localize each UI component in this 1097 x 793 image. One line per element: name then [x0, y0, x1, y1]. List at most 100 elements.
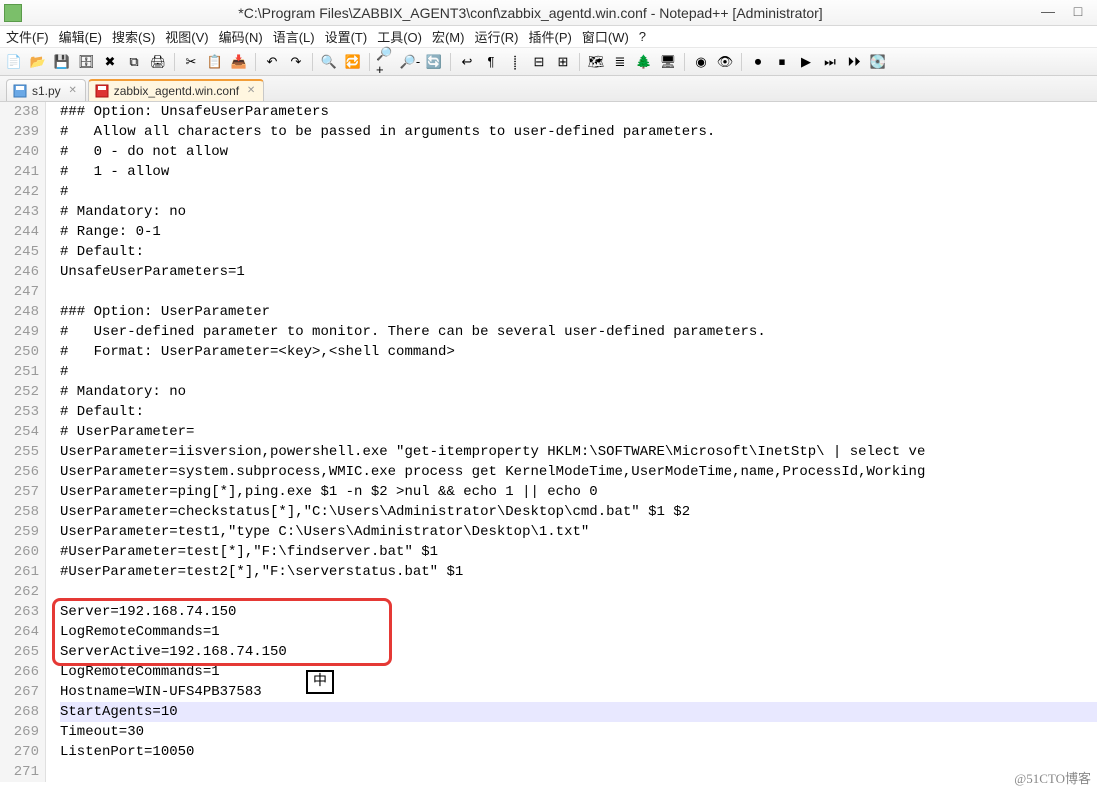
unfold-button[interactable]: ⊞: [553, 52, 573, 72]
code-line[interactable]: # Mandatory: no: [60, 382, 1097, 402]
menu-item[interactable]: 视图(V): [165, 27, 208, 46]
code-line[interactable]: ### Option: UnsafeUserParameters: [60, 102, 1097, 122]
menu-item[interactable]: 工具(O): [377, 27, 422, 46]
zoom-in-button[interactable]: 🔎+: [376, 52, 396, 72]
open-file-button[interactable]: 📂: [28, 52, 48, 72]
ime-indicator: 中: [306, 670, 334, 694]
menu-item[interactable]: 编码(N): [219, 27, 263, 46]
func-list-button[interactable]: ≣: [610, 52, 630, 72]
save-button[interactable]: 💾: [52, 52, 72, 72]
copy-button[interactable]: 📋: [205, 52, 225, 72]
code-line[interactable]: #UserParameter=test2[*],"F:\serverstatus…: [60, 562, 1097, 582]
code-line[interactable]: # User-defined parameter to monitor. The…: [60, 322, 1097, 342]
toolbar-separator: [312, 53, 313, 71]
line-number: 263: [0, 602, 39, 622]
sync-button[interactable]: 🔄: [424, 52, 444, 72]
print-button[interactable]: 🖨: [148, 52, 168, 72]
menu-item[interactable]: 搜索(S): [112, 27, 155, 46]
code-line[interactable]: [60, 582, 1097, 602]
code-line[interactable]: Hostname=WIN-UFS4PB37583: [60, 682, 1097, 702]
line-number: 267: [0, 682, 39, 702]
menu-item[interactable]: 窗口(W): [582, 27, 629, 46]
code-line[interactable]: ### Option: UserParameter: [60, 302, 1097, 322]
code-line[interactable]: # Format: UserParameter=<key>,<shell com…: [60, 342, 1097, 362]
redo-button[interactable]: ↷: [286, 52, 306, 72]
menu-item[interactable]: 设置(T): [325, 27, 368, 46]
line-number: 252: [0, 382, 39, 402]
undo-button[interactable]: ↶: [262, 52, 282, 72]
code-line[interactable]: [60, 762, 1097, 782]
close-icon[interactable]: ✕: [245, 85, 257, 97]
record-button[interactable]: ⏺: [748, 52, 768, 72]
toolbar-separator: [450, 53, 451, 71]
show-all-button[interactable]: ¶: [481, 52, 501, 72]
code-line[interactable]: # Default:: [60, 402, 1097, 422]
play-fast-button[interactable]: ⏵⏵: [844, 52, 864, 72]
replace-button[interactable]: 🔁: [343, 52, 363, 72]
play-multi-button[interactable]: ⏭: [820, 52, 840, 72]
menu-item[interactable]: 运行(R): [474, 27, 518, 46]
play-button[interactable]: ▶: [796, 52, 816, 72]
code-line[interactable]: [60, 282, 1097, 302]
code-line[interactable]: StartAgents=10: [60, 702, 1097, 722]
cut-button[interactable]: ✂: [181, 52, 201, 72]
find-button[interactable]: 🔍: [319, 52, 339, 72]
code-line[interactable]: LogRemoteCommands=1: [60, 622, 1097, 642]
code-line[interactable]: UserParameter=iisversion,powershell.exe …: [60, 442, 1097, 462]
toolbar: 📄📂💾🗄✖⧉🖨 ✂📋📥 ↶↷ 🔍🔁 🔎+🔎-🔄 ↩¶⸽⊟⊞ 🗺≣🌲🖥 ◉👁 ⏺⏹▶⏭⏵⏵💽: [0, 48, 1097, 76]
editor[interactable]: 2382392402412422432442452462472482492502…: [0, 102, 1097, 793]
close-all-button[interactable]: ⧉: [124, 52, 144, 72]
code-line[interactable]: #UserParameter=test[*],"F:\findserver.ba…: [60, 542, 1097, 562]
toolbar-separator: [255, 53, 256, 71]
line-number: 261: [0, 562, 39, 582]
indent-guide-button[interactable]: ⸽: [505, 52, 525, 72]
paste-button[interactable]: 📥: [229, 52, 249, 72]
menu-item[interactable]: 文件(F): [6, 27, 49, 46]
doc-map-button[interactable]: 🗺: [586, 52, 606, 72]
code-line[interactable]: UserParameter=ping[*],ping.exe $1 -n $2 …: [60, 482, 1097, 502]
code-line[interactable]: UserParameter=system.subprocess,WMIC.exe…: [60, 462, 1097, 482]
code-area[interactable]: ### Option: UnsafeUserParameters# Allow …: [46, 102, 1097, 782]
menu-item[interactable]: 编辑(E): [59, 27, 102, 46]
code-line[interactable]: # Range: 0-1: [60, 222, 1097, 242]
code-line[interactable]: #: [60, 362, 1097, 382]
monitor-button[interactable]: 🖥: [658, 52, 678, 72]
code-line[interactable]: UserParameter=test1,"type C:\Users\Admin…: [60, 522, 1097, 542]
save-all-button[interactable]: 🗄: [76, 52, 96, 72]
code-line[interactable]: # 1 - allow: [60, 162, 1097, 182]
menu-item[interactable]: 插件(P): [529, 27, 572, 46]
close-button[interactable]: ✖: [100, 52, 120, 72]
code-line[interactable]: # Default:: [60, 242, 1097, 262]
wordwrap-button[interactable]: ↩: [457, 52, 477, 72]
eye-button[interactable]: 👁: [715, 52, 735, 72]
code-line[interactable]: # Mandatory: no: [60, 202, 1097, 222]
code-line[interactable]: # UserParameter=: [60, 422, 1097, 442]
file-tab[interactable]: zabbix_agentd.win.conf✕: [88, 79, 264, 101]
code-line[interactable]: #: [60, 182, 1097, 202]
new-file-button[interactable]: 📄: [4, 52, 24, 72]
minimize-button[interactable]: —: [1033, 4, 1063, 22]
close-icon[interactable]: ✕: [67, 85, 79, 97]
code-line[interactable]: Timeout=30: [60, 722, 1097, 742]
zoom-out-button[interactable]: 🔎-: [400, 52, 420, 72]
code-line[interactable]: # Allow all characters to be passed in a…: [60, 122, 1097, 142]
line-number: 241: [0, 162, 39, 182]
menu-item[interactable]: 宏(M): [432, 27, 465, 46]
code-line[interactable]: UserParameter=checkstatus[*],"C:\Users\A…: [60, 502, 1097, 522]
menu-item[interactable]: ?: [639, 29, 646, 44]
folder-tree-button[interactable]: 🌲: [634, 52, 654, 72]
stop-button[interactable]: ⏹: [772, 52, 792, 72]
code-line[interactable]: ServerActive=192.168.74.150: [60, 642, 1097, 662]
menu-item[interactable]: 语言(L): [273, 27, 315, 46]
fold-button[interactable]: ⊟: [529, 52, 549, 72]
code-line[interactable]: UnsafeUserParameters=1: [60, 262, 1097, 282]
code-line[interactable]: LogRemoteCommands=1: [60, 662, 1097, 682]
code-line[interactable]: ListenPort=10050: [60, 742, 1097, 762]
code-line[interactable]: # 0 - do not allow: [60, 142, 1097, 162]
show-symbol-button[interactable]: ◉: [691, 52, 711, 72]
maximize-button[interactable]: □: [1063, 4, 1093, 22]
file-tab[interactable]: s1.py✕: [6, 79, 86, 101]
titlebar: *C:\Program Files\ZABBIX_AGENT3\conf\zab…: [0, 0, 1097, 26]
code-line[interactable]: Server=192.168.74.150: [60, 602, 1097, 622]
save-macro-button[interactable]: 💽: [868, 52, 888, 72]
